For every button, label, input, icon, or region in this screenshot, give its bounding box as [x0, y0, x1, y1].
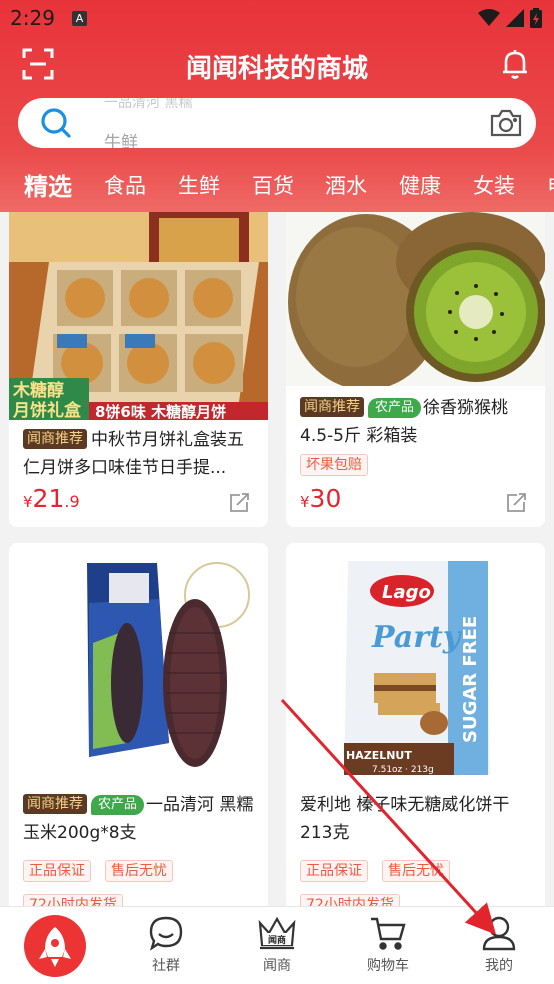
- tab-electronics[interactable]: 电: [547, 170, 554, 200]
- tab-general-goods[interactable]: 百货: [252, 170, 294, 200]
- product-title: 闻商推荐 中秋节月饼礼盒装五仁月饼多口味佳节日手提...: [23, 426, 258, 482]
- nav-label: 购物车: [367, 958, 409, 974]
- search-bar[interactable]: 一品清河 黑糯 牛鲜: [18, 98, 536, 148]
- nav-label: 闻商: [263, 958, 291, 974]
- status-time: 2:29: [10, 6, 55, 30]
- tab-health[interactable]: 健康: [399, 170, 441, 200]
- nav-wenshang[interactable]: 闻商 闻商: [237, 915, 317, 975]
- signal-icon: [506, 9, 524, 27]
- share-icon[interactable]: [228, 492, 250, 514]
- crown-icon: 闻商: [258, 916, 296, 950]
- product-card[interactable]: 木糖醇 月饼礼盒 8饼6味 木糖醇月饼 闻商推荐 中秋节月饼礼盒装五仁月饼多口味佳…: [9, 212, 268, 527]
- status-icons: [478, 8, 542, 28]
- product-title: 爱利地 榛子味无糖威化饼干213克: [300, 791, 535, 847]
- product-card[interactable]: 闻商推荐 农产品 一品清河 黑糯玉米200g*8支 正品保证 售后无忧 72小时内发货: [9, 543, 268, 906]
- tab-womens-wear[interactable]: 女装: [473, 170, 515, 200]
- share-icon[interactable]: [505, 492, 527, 514]
- farm-product-badge: 农产品: [368, 398, 422, 418]
- wafer-pack-image: Lago Party HAZELNUT 7.51oz · 213g SUGAR …: [286, 543, 545, 783]
- product-feed[interactable]: 木糖醇 月饼礼盒 8饼6味 木糖醇月饼 闻商推荐 中秋节月饼礼盒装五仁月饼多口味佳…: [0, 212, 554, 906]
- tab-featured[interactable]: 精选: [24, 170, 72, 202]
- brand-logo-text: Lago: [382, 582, 431, 603]
- bell-icon[interactable]: [500, 48, 530, 80]
- camera-icon[interactable]: [490, 108, 522, 138]
- price-currency: ¥: [23, 493, 33, 511]
- price-integer: 30: [309, 484, 342, 513]
- nav-profile[interactable]: 我的: [459, 915, 539, 975]
- crown-icon-text: 闻商: [268, 934, 286, 946]
- header: 2:29 A 闻闻科技的商城 一品清河 黑糯 牛鲜 精选 食品 生鲜 百货 酒水…: [0, 0, 554, 212]
- kiwi-image: [286, 212, 545, 386]
- product-image: [286, 212, 545, 386]
- mooncake-box-image: 木糖醇 月饼礼盒 8饼6味 木糖醇月饼: [9, 212, 268, 420]
- recommend-badge: 闻商推荐: [23, 429, 87, 449]
- search-placeholder: 牛鲜: [104, 133, 138, 148]
- service-tag: 正品保证: [23, 860, 91, 882]
- search-icon: [41, 108, 71, 138]
- product-image: 木糖醇 月饼礼盒 8饼6味 木糖醇月饼: [9, 212, 268, 420]
- recommend-badge: 闻商推荐: [300, 397, 364, 417]
- service-tag: 坏果包赔: [300, 454, 368, 476]
- product-image: Lago Party HAZELNUT 7.51oz · 213g SUGAR …: [286, 543, 545, 783]
- notification-icon: A: [72, 11, 87, 26]
- product-card[interactable]: Lago Party HAZELNUT 7.51oz · 213g SUGAR …: [286, 543, 545, 906]
- title-row: 闻闻科技的商城: [0, 42, 554, 88]
- service-tag: 正品保证: [300, 860, 368, 882]
- image-caption: 8饼6味 木糖醇月饼: [95, 403, 226, 420]
- image-caption: 月饼礼盒: [12, 400, 82, 420]
- category-tabs: 精选 食品 生鲜 百货 酒水 健康 女装 电: [0, 170, 554, 204]
- user-icon: [482, 916, 516, 951]
- product-image: [9, 543, 268, 783]
- product-title: 闻商推荐 农产品 徐香猕猴桃4.5-5斤 彩箱装: [300, 394, 535, 450]
- status-bar: 2:29 A: [0, 0, 554, 38]
- tab-drinks[interactable]: 酒水: [325, 170, 367, 200]
- image-caption: 木糖醇: [12, 380, 64, 401]
- product-tags: 正品保证 售后无忧 72小时内发货: [23, 853, 263, 906]
- product-title-text: 爱利地 榛子味无糖威化饼干213克: [300, 795, 510, 843]
- recommend-badge: 闻商推荐: [23, 794, 87, 814]
- service-tag: 72小时内发货: [23, 894, 123, 906]
- chat-icon: [149, 916, 183, 951]
- price-integer: 21: [32, 484, 65, 513]
- sugar-free-label: SUGAR FREE: [460, 616, 481, 743]
- weight-label: 7.51oz · 213g: [372, 765, 434, 775]
- black-corn-image: [9, 543, 268, 783]
- battery-icon: [530, 8, 542, 28]
- product-logo-text: Party: [371, 620, 463, 655]
- price-currency: ¥: [300, 493, 310, 511]
- price-decimal: .9: [64, 492, 80, 511]
- home-button[interactable]: [24, 915, 86, 977]
- cart-icon: [371, 917, 406, 950]
- product-title: 闻商推荐 农产品 一品清河 黑糯玉米200g*8支: [23, 791, 258, 847]
- service-tag: 售后无忧: [382, 860, 450, 882]
- nav-community[interactable]: 社群: [126, 915, 206, 975]
- product-tags: 坏果包赔: [300, 454, 382, 476]
- nav-label: 社群: [152, 958, 180, 974]
- flavor-label: HAZELNUT: [346, 749, 412, 762]
- product-price: ¥21.9: [23, 484, 80, 513]
- product-price: ¥30: [300, 484, 341, 513]
- page-title: 闻闻科技的商城: [185, 54, 368, 84]
- product-card[interactable]: 闻商推荐 农产品 徐香猕猴桃4.5-5斤 彩箱装 坏果包赔 ¥30: [286, 212, 545, 527]
- product-tags: 正品保证 售后无忧 72小时内发货: [300, 853, 540, 906]
- search-rolling-text: 一品清河 黑糯: [104, 98, 193, 111]
- service-tag: 售后无忧: [105, 860, 173, 882]
- tab-food[interactable]: 食品: [104, 170, 146, 200]
- rocket-icon: [39, 927, 71, 967]
- bottom-nav: 社群 闻商 闻商 购物车 我的: [0, 906, 554, 984]
- nav-cart[interactable]: 购物车: [348, 915, 428, 975]
- nav-label: 我的: [485, 958, 513, 974]
- wifi-icon: [478, 9, 500, 26]
- service-tag: 72小时内发货: [300, 894, 400, 906]
- farm-product-badge: 农产品: [91, 795, 145, 815]
- tab-fresh[interactable]: 生鲜: [178, 170, 220, 200]
